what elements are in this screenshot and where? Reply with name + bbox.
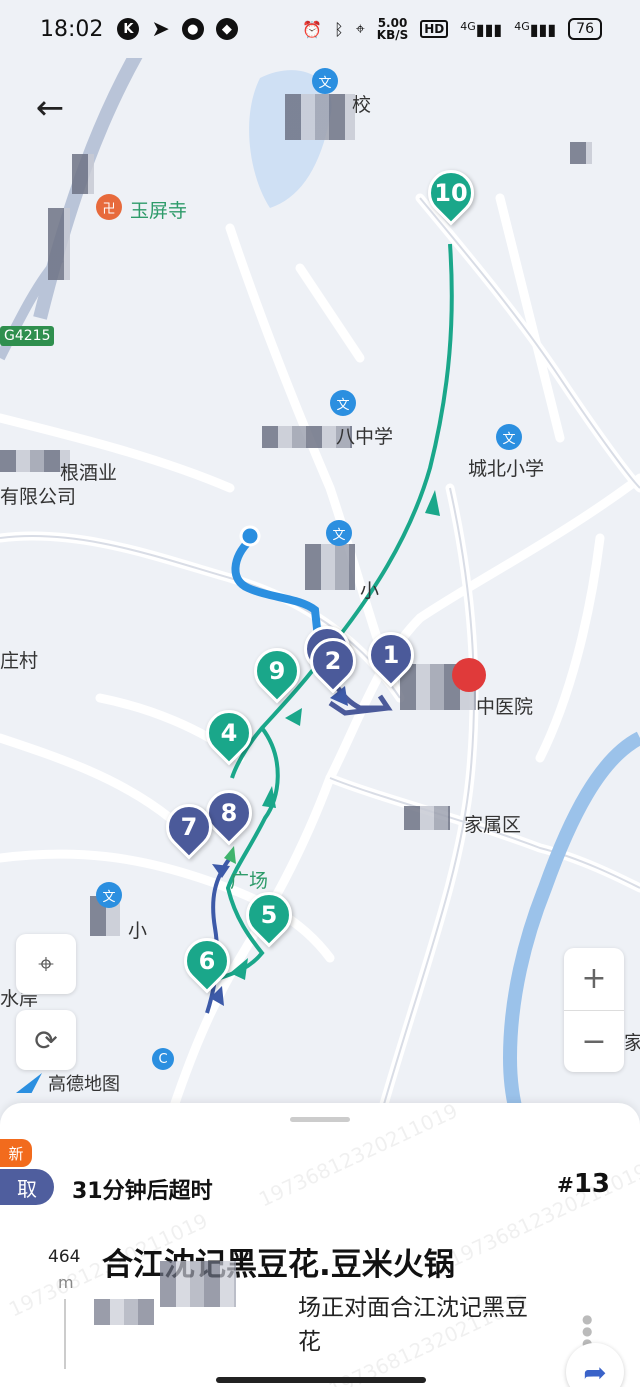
back-arrow-icon[interactable]: ← bbox=[30, 88, 70, 128]
send-icon: ➤ bbox=[151, 16, 170, 42]
poi-hospital: 中医院 bbox=[476, 696, 534, 718]
battery-indicator: 76 bbox=[568, 18, 602, 40]
amap-logo: 高德地图 bbox=[16, 1070, 120, 1096]
order-number: #13 bbox=[557, 1169, 610, 1199]
zoom-out-button[interactable]: − bbox=[564, 1009, 624, 1073]
zoom-in-button[interactable]: + bbox=[564, 948, 624, 1010]
shop-name[interactable]: 合江沈记黑豆花.豆米火锅 bbox=[102, 1239, 455, 1284]
poi-primary-2: 小 bbox=[128, 920, 148, 942]
blurred-label bbox=[404, 806, 450, 830]
location-icon: ⌖ bbox=[355, 19, 365, 38]
route-pin-10[interactable]: 10 bbox=[418, 160, 484, 232]
order-sheet[interactable]: 19736812320211019 19736812320211019 1973… bbox=[0, 1103, 640, 1387]
status-left-icons: K ➤ ● ◆ bbox=[117, 16, 238, 42]
poi-family-area: 家属区 bbox=[464, 814, 522, 836]
hd-label: HD bbox=[420, 20, 449, 38]
network-speed: 5.00 KB/S bbox=[377, 17, 408, 41]
route-pin-7[interactable]: 7 bbox=[156, 794, 222, 866]
compass-icon[interactable]: C bbox=[152, 1048, 174, 1070]
route-pin-6[interactable]: 6 bbox=[174, 928, 240, 1000]
school-icon: 文 bbox=[330, 390, 356, 416]
refresh-icon[interactable]: ⟳ bbox=[16, 1010, 76, 1070]
amap-logo-icon bbox=[16, 1073, 42, 1093]
map-view[interactable]: ← 文 校 卍 玉屏寺 G4215 文 八中学 文 城北小学 根酒业 有限公司 … bbox=[0, 58, 640, 1118]
new-badge: 新 bbox=[0, 1139, 32, 1167]
blurred-label bbox=[305, 544, 355, 590]
home-indicator bbox=[216, 1377, 426, 1383]
route-pin-1[interactable]: 1 bbox=[358, 622, 424, 694]
school-icon: 文 bbox=[312, 68, 338, 94]
route-pin-2[interactable]: 2 bbox=[300, 628, 366, 700]
route-pin-4[interactable]: 4 bbox=[196, 700, 262, 772]
poi-plaza: 广场 bbox=[230, 870, 269, 892]
poi-school-top: 校 bbox=[352, 94, 372, 116]
poi-yuping-temple: 玉屏寺 bbox=[130, 200, 188, 222]
order-number-value: 13 bbox=[573, 1169, 610, 1199]
poi-chengbei-primary: 城北小学 bbox=[468, 458, 545, 480]
poi-school-8: 八中学 bbox=[336, 426, 394, 448]
route-pin-9[interactable]: 9 bbox=[244, 638, 310, 710]
locate-icon[interactable]: ⌖ bbox=[16, 934, 76, 994]
status-right-icons: ⏰ ᛒ ⌖ 5.00 KB/S HD 4G▮▮▮ 4G▮▮▮ 76 bbox=[302, 17, 602, 41]
poi-village: 庄村 bbox=[0, 650, 39, 672]
school-icon: 文 bbox=[326, 520, 352, 546]
bluetooth-icon: ᛒ bbox=[334, 19, 344, 39]
app-icon: ◆ bbox=[215, 18, 238, 40]
hospital-marker bbox=[452, 658, 486, 692]
temple-icon: 卍 bbox=[96, 194, 122, 220]
school-icon: 文 bbox=[96, 882, 122, 908]
poi-school-small: 小 bbox=[360, 580, 380, 602]
route-pin-8[interactable]: 8 bbox=[196, 780, 262, 852]
poi-company: 有限公司 bbox=[0, 486, 77, 508]
distance-value: 464 bbox=[48, 1247, 81, 1267]
status-time: 18:02 bbox=[40, 16, 104, 42]
timeout-label: 31分钟后超时 bbox=[72, 1179, 213, 1204]
watermark: 19736812320211019 bbox=[255, 1103, 462, 1212]
navigate-icon[interactable]: ➦ bbox=[566, 1343, 624, 1387]
distance-unit: m bbox=[58, 1273, 74, 1292]
timeout-text: 31分钟后超时 bbox=[72, 1173, 213, 1205]
blurred-label bbox=[72, 154, 94, 194]
route-pin-5[interactable]: 5 bbox=[236, 882, 302, 954]
status-bar: 18:02 K ➤ ● ◆ ⏰ ᛒ ⌖ 5.00 KB/S HD 4G▮▮▮ 4… bbox=[0, 0, 640, 58]
poi-right-edge: 家 bbox=[624, 1032, 640, 1054]
blurred-label bbox=[285, 94, 355, 140]
pickup-badge: 取 bbox=[0, 1169, 54, 1205]
distance-connector bbox=[64, 1299, 66, 1369]
sheet-handle[interactable] bbox=[290, 1117, 350, 1122]
blurred-label bbox=[570, 142, 592, 164]
signal-2: 4G▮▮▮ bbox=[514, 19, 557, 39]
poi-winery: 根酒业 bbox=[60, 462, 118, 484]
highway-badge: G4215 bbox=[0, 326, 55, 346]
shop-address: 场正对面合江沈记黑豆花 bbox=[298, 1295, 528, 1355]
order-hash: # bbox=[557, 1173, 574, 1197]
k-icon: K bbox=[117, 18, 140, 40]
wechat-icon: ● bbox=[181, 18, 204, 40]
amap-logo-text: 高德地图 bbox=[48, 1074, 120, 1095]
watermark: 19736812320211019 bbox=[445, 1158, 640, 1272]
speed-unit: KB/S bbox=[376, 28, 409, 42]
school-icon: 文 bbox=[496, 424, 522, 450]
zoom-control: + − bbox=[564, 948, 624, 1072]
signal-1: 4G▮▮▮ bbox=[460, 19, 503, 39]
blurred-label bbox=[48, 208, 70, 280]
alarm-icon: ⏰ bbox=[302, 19, 323, 39]
